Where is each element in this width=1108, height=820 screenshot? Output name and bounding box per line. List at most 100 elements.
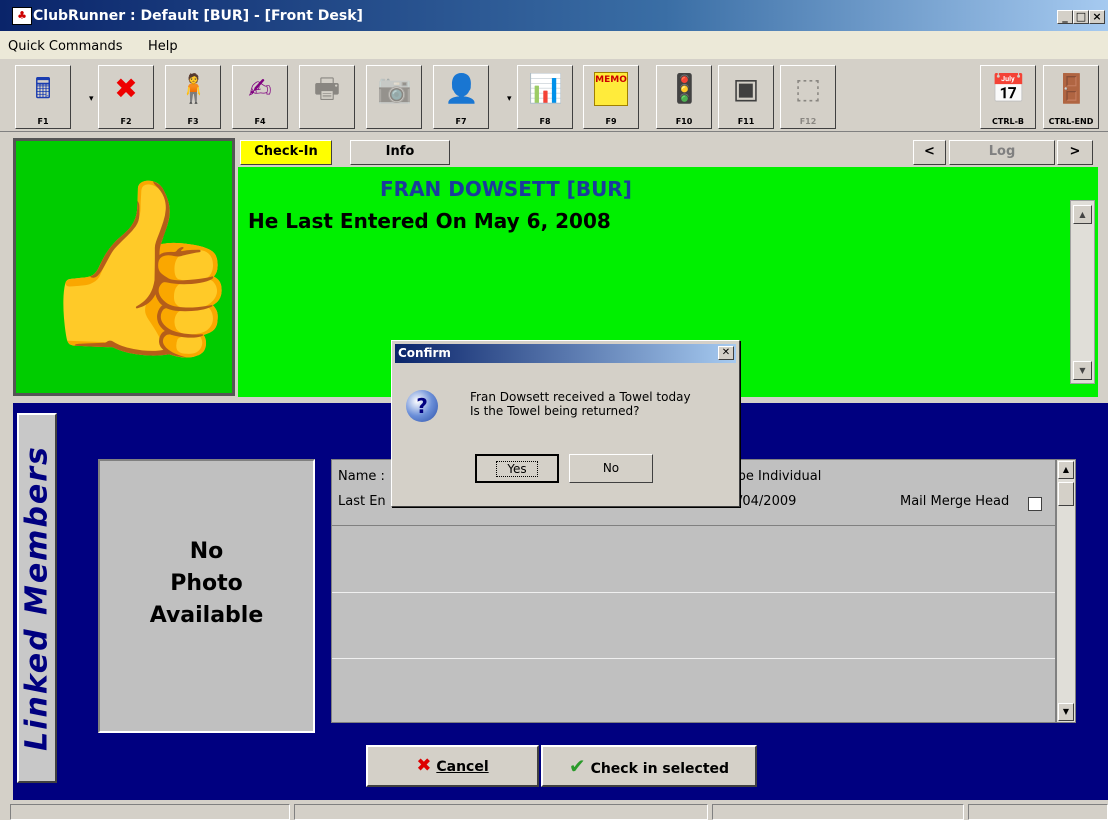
mail-merge-head-checkbox[interactable] [1028, 497, 1042, 511]
menu-quick-commands[interactable]: Quick Commands [8, 39, 122, 54]
no-button[interactable]: No [569, 454, 653, 483]
name-label: Name : [338, 469, 385, 484]
f2-no-card-button[interactable]: ✖ F2 [98, 65, 154, 129]
safe-icon: ▣ [732, 72, 760, 105]
menu-bar: Quick Commands Help [0, 31, 1108, 59]
ctrl-end-label: CTRL-END [1048, 117, 1094, 126]
linked-members-label: Linked Members [17, 413, 57, 783]
mail-merge-head-label: Mail Merge Head [900, 494, 1010, 509]
minimize-button[interactable]: _ [1057, 10, 1073, 24]
f8-report-button[interactable]: 📊 F8 [517, 65, 573, 129]
no-photo-line2: Photo [170, 571, 243, 596]
grid-scroll-thumb[interactable] [1058, 482, 1074, 506]
tab-check-in[interactable]: Check-In [240, 140, 332, 165]
grid-scroll-down-icon[interactable]: ▼ [1058, 703, 1074, 721]
status-bar [0, 802, 1108, 820]
memo-icon: MEMO [594, 72, 628, 106]
log-button[interactable]: Log [949, 140, 1055, 165]
ctrl-b-label: CTRL-B [991, 117, 1024, 126]
member-photo-placeholder: No Photo Available [98, 459, 315, 733]
no-card-icon: ✖ [114, 72, 138, 105]
f1-label: F1 [37, 117, 49, 126]
title-bar: ♣ ClubRunner : Default [BUR] - [Front De… [0, 0, 1108, 31]
traffic-light-icon: 🚦 [667, 72, 702, 105]
f7-member-search-button[interactable]: 👤 F7 [433, 65, 489, 129]
tab-row: Check-In Info < Log > [238, 139, 1108, 166]
dialog-title: Confirm [395, 344, 736, 363]
f10-label: F10 [675, 117, 693, 126]
printer-icon: 🖶 [313, 72, 341, 105]
tab-info[interactable]: Info [350, 140, 450, 165]
f11-label: F11 [737, 117, 755, 126]
f9-memo-button[interactable]: MEMO F9 [583, 65, 639, 129]
confirm-dialog: Confirm ✕ ? Fran Dowsett received a Towe… [391, 340, 740, 507]
grid-scroll-up-icon[interactable]: ▲ [1058, 461, 1074, 479]
f9-label: F9 [605, 117, 617, 126]
calendar-edit-icon: 📅 [991, 72, 1026, 105]
no-photo-line3: Available [149, 603, 264, 628]
check-in-selected-button[interactable]: ✔ Check in selected [541, 745, 757, 787]
prev-button[interactable]: < [913, 140, 946, 165]
linked-member-row[interactable] [332, 659, 1055, 725]
last-entered-text: He Last Entered On May 6, 2008 [248, 209, 611, 233]
ctrl-b-calendar-button[interactable]: 📅 CTRL-B [980, 65, 1036, 129]
check-in-selected-label: Check in selected [590, 761, 730, 777]
grid-scrollbar[interactable]: ▲ ▼ [1056, 459, 1076, 723]
exit-door-icon: 🚪 [1054, 72, 1089, 105]
next-button[interactable]: > [1057, 140, 1093, 165]
linked-members-text: Linked Members [19, 445, 55, 751]
f1-cash-register-button[interactable]: 🖩 F1 [15, 65, 71, 129]
status-pane-2 [294, 804, 708, 820]
checkmark-icon: ✔ [568, 754, 586, 778]
dialog-message: Fran Dowsett received a Towel today Is t… [470, 390, 691, 418]
maximize-button[interactable]: □ [1073, 10, 1089, 24]
door-icon: ⬚ [794, 72, 822, 105]
dialog-close-button[interactable]: ✕ [718, 346, 734, 360]
f2-label: F2 [120, 117, 132, 126]
ctrl-end-exit-button[interactable]: 🚪 CTRL-END [1043, 65, 1099, 129]
cash-register-icon: 🖩 [34, 72, 52, 105]
window-title: ClubRunner : Default [BUR] - [Front Desk… [33, 8, 363, 24]
date-text: /04/2009 [738, 494, 797, 509]
info-scrollbar[interactable]: ▲ ▼ [1070, 200, 1095, 384]
print-button[interactable]: 🖶 [299, 65, 355, 129]
dialog-message-line1: Fran Dowsett received a Towel today [470, 390, 691, 404]
dialog-message-line2: Is the Towel being returned? [470, 404, 640, 418]
checkin-status-panel: 👍 [13, 138, 246, 396]
scroll-down-icon[interactable]: ▼ [1073, 361, 1092, 380]
member-name: FRAN DOWSETT [BUR] [380, 177, 632, 201]
status-pane-3 [712, 804, 964, 820]
f10-traffic-light-button[interactable]: 🚦 F10 [656, 65, 712, 129]
last-entered-label: Last En [338, 494, 386, 509]
status-pane-4 [968, 804, 1108, 820]
f7-label: F7 [455, 117, 467, 126]
camera-icon: 📷 [377, 72, 412, 105]
status-pane-1 [10, 804, 290, 820]
app-icon[interactable]: ♣ [12, 7, 32, 25]
question-icon: ? [406, 390, 438, 422]
f12-door-button[interactable]: ⬚ F12 [780, 65, 836, 129]
cancel-x-icon: ✖ [416, 755, 432, 776]
f7-dropdown-arrow[interactable]: ▾ [507, 94, 512, 104]
f12-label: F12 [799, 117, 817, 126]
person-icon: 🧍 [176, 72, 211, 105]
cancel-label: Cancel [436, 759, 489, 775]
f3-person-button[interactable]: 🧍 F3 [165, 65, 221, 129]
f1-dropdown-arrow[interactable]: ▾ [89, 94, 94, 104]
member-search-icon: 👤 [444, 72, 479, 105]
f8-label: F8 [539, 117, 551, 126]
f4-label: F4 [254, 117, 266, 126]
linked-member-row[interactable] [332, 593, 1055, 659]
camera-button[interactable]: 📷 [366, 65, 422, 129]
close-button[interactable]: × [1089, 10, 1105, 24]
scroll-up-icon[interactable]: ▲ [1073, 205, 1092, 224]
f4-sign-document-button[interactable]: ✍ F4 [232, 65, 288, 129]
thumbs-up-icon: 👍 [34, 169, 246, 367]
sign-document-icon: ✍ [248, 72, 272, 105]
yes-button[interactable]: Yes [475, 454, 559, 483]
menu-help[interactable]: Help [148, 39, 178, 54]
f11-safe-button[interactable]: ▣ F11 [718, 65, 774, 129]
cancel-button[interactable]: ✖ Cancel [366, 745, 539, 787]
f3-label: F3 [187, 117, 199, 126]
linked-member-row[interactable] [332, 527, 1055, 593]
